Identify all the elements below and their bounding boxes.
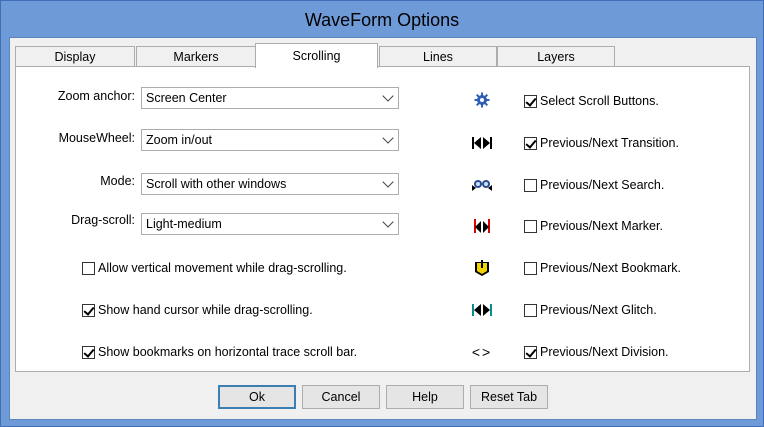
marker-arrows-icon xyxy=(471,217,493,235)
drag-scroll-value: Light-medium xyxy=(146,217,222,231)
allow-vertical-movement-label: Allow vertical movement while drag-scrol… xyxy=(98,261,347,275)
waveform-options-dialog: WaveForm Options Display Markers Scrolli… xyxy=(0,0,764,427)
prev-next-marker-label: Previous/Next Marker. xyxy=(540,219,663,233)
show-hand-cursor-checkbox[interactable]: Show hand cursor while drag-scrolling. xyxy=(82,303,313,317)
show-bookmarks-label: Show bookmarks on horizontal trace scrol… xyxy=(98,345,358,359)
mousewheel-label: MouseWheel: xyxy=(58,131,135,145)
prev-next-bookmark-label: Previous/Next Bookmark. xyxy=(540,261,682,275)
prev-next-glitch-checkbox[interactable]: Previous/Next Glitch. xyxy=(524,303,657,317)
checkbox-box[interactable] xyxy=(524,303,537,317)
select-scroll-buttons-checkbox[interactable]: Select Scroll Buttons. xyxy=(524,94,659,108)
prev-next-transition-checkbox[interactable]: Previous/Next Transition. xyxy=(524,136,679,150)
help-button[interactable]: Help xyxy=(386,385,464,409)
prev-next-search-checkbox[interactable]: Previous/Next Search. xyxy=(524,178,664,192)
ok-button[interactable]: Ok xyxy=(218,385,296,409)
mode-value: Scroll with other windows xyxy=(146,177,287,191)
chevron-down-icon xyxy=(382,216,394,228)
mode-label: Mode: xyxy=(100,174,135,188)
drag-scroll-label: Drag-scroll: xyxy=(71,213,135,227)
checkbox-box[interactable] xyxy=(82,303,95,317)
select-scroll-buttons-label: Select Scroll Buttons. xyxy=(540,94,659,108)
bookmark-icon xyxy=(471,259,493,277)
window-title: WaveForm Options xyxy=(304,10,460,30)
checkbox-box[interactable] xyxy=(524,219,537,233)
checkbox-box[interactable] xyxy=(524,94,537,108)
prev-next-search-label: Previous/Next Search. xyxy=(540,178,665,192)
prev-next-division-checkbox[interactable]: Previous/Next Division. xyxy=(524,345,669,359)
zoom-anchor-value: Screen Center xyxy=(146,91,227,105)
chevron-down-icon xyxy=(382,176,394,188)
binoculars-icon xyxy=(471,176,493,194)
tab-lines[interactable]: Lines xyxy=(379,46,497,67)
show-bookmarks-checkbox[interactable]: Show bookmarks on horizontal trace scrol… xyxy=(82,345,357,359)
checkbox-box[interactable] xyxy=(524,178,537,192)
checkbox-box[interactable] xyxy=(524,345,537,359)
prev-next-division-label: Previous/Next Division. xyxy=(540,345,669,359)
gear-icon xyxy=(471,91,493,109)
transition-arrows-icon xyxy=(471,134,493,152)
reset-tab-button[interactable]: Reset Tab xyxy=(470,385,548,409)
division-arrows-icon: <> xyxy=(471,344,493,360)
prev-next-transition-label: Previous/Next Transition. xyxy=(540,136,679,150)
glitch-arrows-icon xyxy=(471,301,493,319)
prev-next-glitch-label: Previous/Next Glitch. xyxy=(540,303,657,317)
show-hand-cursor-label: Show hand cursor while drag-scrolling. xyxy=(98,303,313,317)
cancel-button[interactable]: Cancel xyxy=(302,385,380,409)
mousewheel-value: Zoom in/out xyxy=(146,133,213,147)
tab-display[interactable]: Display xyxy=(15,46,135,67)
scrolling-tab-panel: Zoom anchor: Screen Center MouseWheel: Z… xyxy=(15,66,750,372)
mousewheel-select[interactable]: Zoom in/out xyxy=(141,129,399,151)
zoom-anchor-label: Zoom anchor: xyxy=(57,89,135,103)
checkbox-box[interactable] xyxy=(524,261,537,275)
drag-scroll-select[interactable]: Light-medium xyxy=(141,213,399,235)
chevron-down-icon xyxy=(382,132,394,144)
checkbox-box[interactable] xyxy=(82,261,95,275)
allow-vertical-movement-checkbox[interactable]: Allow vertical movement while drag-scrol… xyxy=(82,261,347,275)
tab-layers[interactable]: Layers xyxy=(497,46,615,67)
tab-markers[interactable]: Markers xyxy=(136,46,256,67)
dialog-client-area: Display Markers Scrolling Lines Layers Z… xyxy=(9,37,757,420)
chevron-down-icon xyxy=(382,90,394,102)
checkbox-box[interactable] xyxy=(82,345,95,359)
zoom-anchor-select[interactable]: Screen Center xyxy=(141,87,399,109)
checkbox-box[interactable] xyxy=(524,136,537,150)
prev-next-marker-checkbox[interactable]: Previous/Next Marker. xyxy=(524,219,663,233)
tab-scrolling[interactable]: Scrolling xyxy=(255,43,378,68)
prev-next-bookmark-checkbox[interactable]: Previous/Next Bookmark. xyxy=(524,261,681,275)
mode-select[interactable]: Scroll with other windows xyxy=(141,173,399,195)
